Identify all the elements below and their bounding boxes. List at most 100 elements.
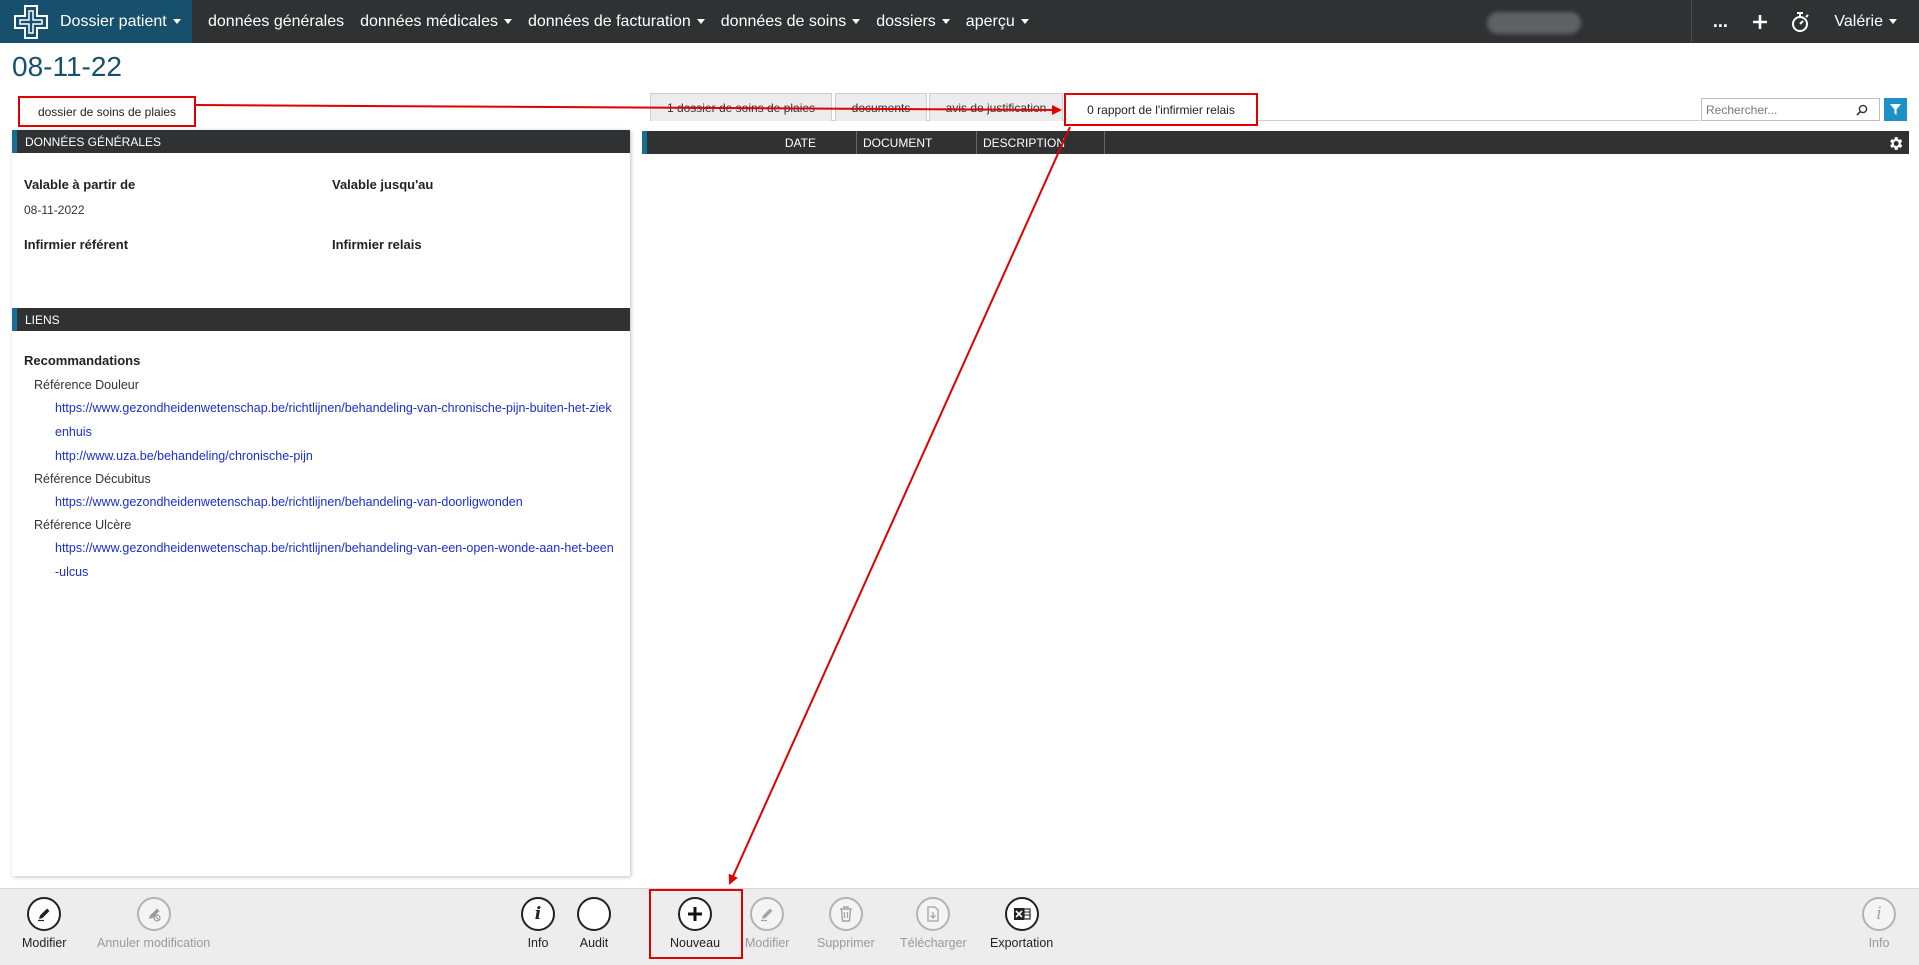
audit-label: Audit (579, 936, 609, 950)
tab-label: 1 dossier de soins de plaies (666, 100, 816, 115)
links-section: LIENS Recommandations Référence Douleur … (12, 308, 630, 588)
brand-label: Dossier patient (60, 12, 167, 30)
telecharger-button[interactable]: Télécharger (900, 897, 967, 950)
table-settings-button[interactable] (1885, 133, 1905, 153)
valid-from-value: 08-11-2022 (24, 203, 85, 217)
modifier-button[interactable]: Modifier (22, 897, 66, 950)
tab-dossier-soins-plaies[interactable]: 1 dossier de soins de plaies (650, 93, 832, 121)
general-data-fields: Valable à partir de 08-11-2022 Valable j… (12, 153, 630, 303)
tab-label: documents (851, 100, 911, 115)
search-input[interactable] (1702, 102, 1852, 117)
main-menu: données générales données médicales donn… (200, 0, 1037, 43)
nav-donnees-facturation[interactable]: données de facturation (520, 0, 713, 43)
stopwatch-icon (1792, 11, 1810, 32)
recommendations-title: Recommandations (24, 353, 141, 368)
tab-avis-justification[interactable]: avis de justification (929, 93, 1063, 121)
reference-link[interactable]: https://www.gezondheidenwetenschap.be/ri… (24, 490, 614, 514)
reference-label: Référence Décubitus (34, 472, 151, 486)
links-header: LIENS (12, 308, 630, 331)
timer-button[interactable] (1780, 0, 1820, 43)
tab-documents[interactable]: documents (835, 93, 927, 121)
nav-donnees-soins[interactable]: données de soins (713, 0, 868, 43)
audit-icon (577, 897, 611, 931)
filter-icon (1890, 104, 1901, 115)
nav-donnees-generales[interactable]: données générales (200, 0, 352, 43)
valid-from-label: Valable à partir de (24, 177, 136, 192)
annuler-label: Annuler modification (97, 936, 211, 950)
excel-export-icon (1004, 897, 1039, 931)
exportation-label: Exportation (990, 936, 1054, 950)
nav-label: données générales (208, 12, 345, 30)
chevron-down-icon (696, 19, 705, 24)
medical-cross-logo-icon (14, 4, 48, 39)
valid-until-label: Valable jusqu'au (332, 177, 434, 192)
nouveau-highlight-box (649, 889, 743, 959)
tab-label: dossier de soins de plaies (37, 104, 177, 119)
info-label: Info (527, 936, 549, 950)
column-label: DATE (784, 135, 816, 150)
tab-dossier-soins-plaies-label[interactable]: dossier de soins de plaies (18, 96, 196, 127)
column-date[interactable]: DATE (647, 131, 857, 154)
info-button[interactable]: i Info (521, 897, 555, 950)
reference-label: Référence Ulcère (34, 518, 132, 532)
navbar-divider (1691, 0, 1693, 43)
column-document[interactable]: DOCUMENT (857, 131, 977, 154)
bottom-toolbar: Modifier Annuler modification i Info Aud… (0, 888, 1919, 965)
info-right-button[interactable]: i Info (1862, 897, 1896, 950)
gear-icon (1889, 136, 1902, 150)
chevron-down-icon (941, 19, 950, 24)
modifier-disabled-button[interactable]: Modifier (745, 897, 789, 950)
tab-rapport-infirmier-relais[interactable]: 0 rapport de l'infirmier relais (1064, 93, 1258, 126)
more-button[interactable]: ... (1700, 0, 1740, 43)
nav-label: données de facturation (527, 12, 691, 30)
column-label: DOCUMENT (863, 135, 933, 150)
audit-button[interactable]: Audit (577, 897, 611, 950)
tab-label: 0 rapport de l'infirmier relais (1087, 102, 1235, 117)
info-right-label: Info (1868, 936, 1890, 950)
reference-label: Référence Douleur (34, 378, 139, 392)
ref-nurse-label: Infirmier référent (24, 237, 129, 252)
nav-label: données de soins (720, 12, 847, 30)
modifier-label: Modifier (22, 936, 67, 950)
cancel-edit-icon (136, 897, 171, 931)
general-data-header: DONNÉES GÉNÉRALES (12, 130, 630, 153)
supprimer-button[interactable]: Supprimer (817, 897, 875, 950)
nav-donnees-medicales[interactable]: données médicales (352, 0, 520, 43)
dossier-patient-menu[interactable]: Dossier patient (0, 0, 192, 43)
nav-label: aperçu (965, 12, 1015, 30)
nav-label: dossiers (876, 12, 936, 30)
search-icon[interactable] (1852, 100, 1872, 120)
tab-label: avis de justification (945, 100, 1047, 115)
reference-link[interactable]: https://www.gezondheidenwetenschap.be/ri… (24, 536, 614, 584)
add-button[interactable] (1740, 0, 1780, 43)
chevron-down-icon (1889, 19, 1897, 24)
reference-link[interactable]: https://www.gezondheidenwetenschap.be/ri… (24, 396, 614, 444)
plus-icon (1753, 14, 1768, 29)
annuler-modification-button[interactable]: Annuler modification (97, 897, 210, 950)
redacted-patient-name (1487, 12, 1581, 34)
search-box (1701, 98, 1880, 121)
telecharger-label: Télécharger (900, 936, 967, 950)
reference-link[interactable]: http://www.uza.be/behandeling/chronische… (24, 444, 614, 468)
nav-dossiers[interactable]: dossiers (868, 0, 958, 43)
chevron-down-icon (503, 19, 512, 24)
column-description[interactable]: DESCRIPTION (977, 131, 1105, 154)
user-name: Valérie (1834, 12, 1883, 30)
nav-label: données médicales (360, 12, 498, 30)
info-icon: i (521, 897, 555, 931)
modifier2-label: Modifier (745, 936, 790, 950)
info-icon: i (1862, 897, 1896, 931)
column-label: DESCRIPTION (983, 135, 1066, 150)
filter-button[interactable] (1884, 98, 1907, 121)
exportation-button[interactable]: Exportation (990, 897, 1053, 950)
documents-table-header: DATE DOCUMENT DESCRIPTION (642, 131, 1909, 154)
trash-icon (828, 897, 863, 931)
nav-apercu[interactable]: aperçu (958, 0, 1037, 43)
arrow-to-nouveau (728, 126, 1071, 885)
chevron-down-icon (172, 19, 181, 24)
page-title: 08-11-22 (12, 51, 123, 82)
navbar-right: ... Valérie (1691, 0, 1919, 43)
left-panel: DONNÉES GÉNÉRALES Valable à partir de 08… (12, 130, 630, 876)
download-icon (916, 897, 951, 931)
user-menu[interactable]: Valérie (1820, 13, 1919, 31)
